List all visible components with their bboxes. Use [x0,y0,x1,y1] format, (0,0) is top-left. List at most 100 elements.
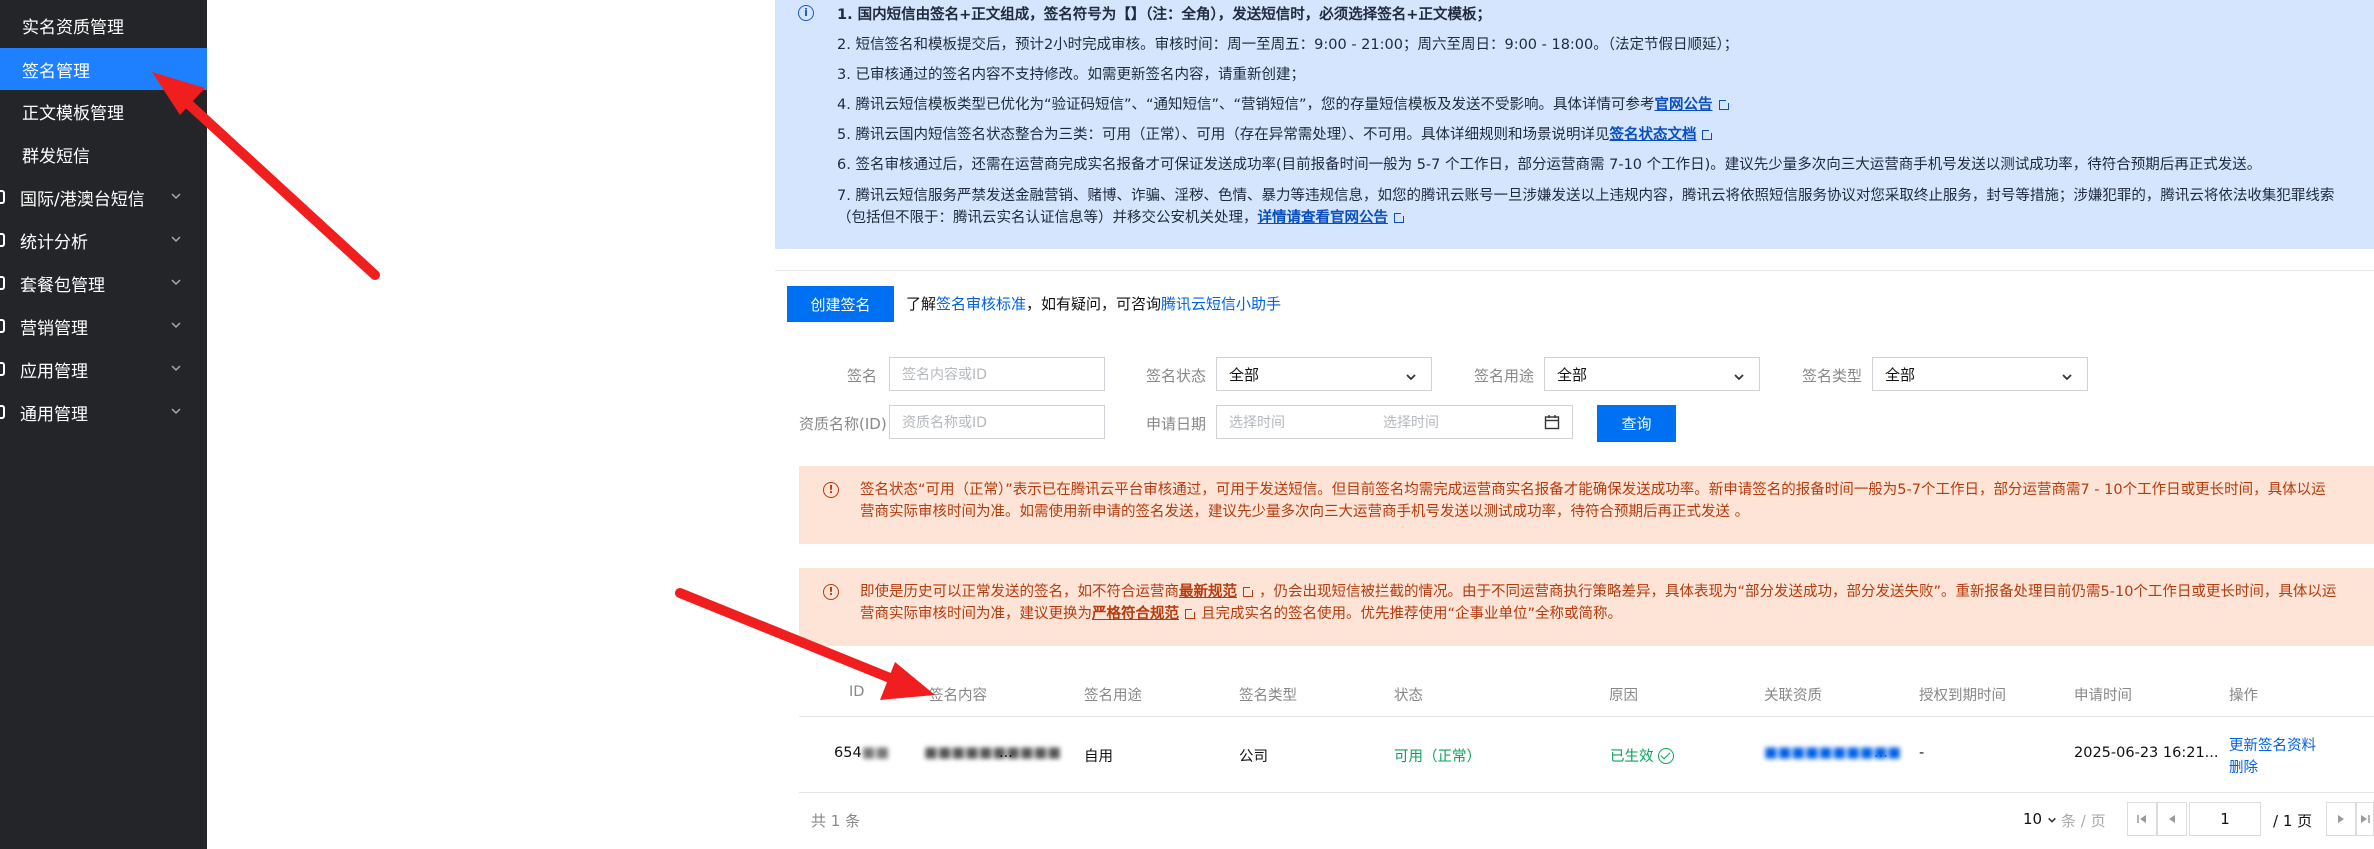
chevron-down-icon [170,362,182,374]
update-signature-link[interactable]: 更新签名资料 [2229,734,2316,755]
notice-item: 3. 已审核通过的签名内容不支持修改。如需更新签名内容，请重新创建； [837,67,1305,83]
sidebar-item-label: 通用管理 [20,404,88,425]
column-header-reason: 原因 [1609,688,1638,704]
sidebar-item-international[interactable]: 国际/港澳台短信 [0,176,207,218]
delete-link[interactable]: 删除 [2229,756,2258,777]
qualification-label: 资质名称(ID) [799,415,887,433]
warning-text: 即使是历史可以正常发送的签名，如不符合运营商最新规范 ，仍会出现短信被拦截的情况。… [860,581,2340,625]
prev-page-icon [2169,815,2175,823]
sidebar-item-label: 套餐包管理 [20,275,105,296]
sidebar-item-statistics[interactable]: 统计分析 [0,219,207,261]
type-select[interactable]: 全部 [1872,357,2088,391]
query-button[interactable]: 查询 [1597,405,1676,442]
notice-text: 4. 腾讯云短信模板类型已优化为“验证码短信”、“通知短信”、“营销短信”，您的… [837,97,1655,113]
cell-qualification[interactable]: ... [1874,745,1888,761]
next-page-icon [2338,815,2344,823]
sidebar-item-label: 应用管理 [20,361,88,382]
cell-content-ellipsis: ... [999,745,1013,761]
first-page-button[interactable] [2127,802,2157,836]
usage-label: 签名用途 [1474,367,1535,385]
cell-id-text: 654 [834,745,862,761]
chevron-down-icon [1405,369,1417,387]
chevron-down-icon [170,233,182,245]
sidebar-item-package[interactable]: 套餐包管理 [0,262,207,304]
cell-id: 654■■ [834,745,889,761]
sidebar-item-marketing[interactable]: 营销管理 [0,305,207,347]
sidebar-item-apps[interactable]: 应用管理 [0,348,207,390]
notice-text: 7. 腾讯云短信服务严禁发送金融营销、赌博、诈骗、淫秽、色情、暴力等违规信息，如… [837,188,2335,226]
external-link-icon [1702,128,1715,140]
warning-text: 签名状态“可用（正常）”表示已在腾讯云平台审核通过，可用于发送短信。但目前签名均… [860,482,2326,520]
external-link-icon [1243,585,1255,597]
sidebar-item-mass-sms[interactable]: 群发短信 [0,133,207,175]
external-link-icon [1185,607,1197,619]
column-header-status: 状态 [1394,688,1423,704]
cell-reason-text: 已生效 [1610,749,1654,765]
warning-icon: ! [823,482,839,498]
sidebar-item-label: 营销管理 [20,318,88,339]
sidebar-item-label: 签名管理 [22,61,90,82]
column-header-actions: 操作 [2229,688,2258,704]
sms-assistant-link[interactable]: 腾讯云短信小助手 [1161,295,1281,313]
prev-page-button[interactable] [2157,802,2187,836]
column-header-type: 签名类型 [1239,688,1297,704]
warning-text-part: 即使是历史可以正常发送的签名，如不符合运营商 [860,584,1179,600]
notice-list: 1. 国内短信由签名+正文组成，签名符号为【】（注：全角），发送短信时，必须选择… [837,0,2357,229]
signature-management-panel: 创建签名 了解签名审核标准，如有疑问，可咨询腾讯云短信小助手 签名 签名内容或I… [775,270,2374,849]
cell-expire: - [1919,745,1925,761]
chevron-down-icon [170,190,182,202]
chevron-down-icon [170,405,182,417]
qualification-search-input[interactable]: 资质名称或ID [889,405,1105,439]
usage-select-value: 全部 [1557,365,1588,384]
page-size-select[interactable]: 10 [2023,810,2057,828]
date-label: 申请日期 [1146,415,1207,433]
toolbar-tip: 了解签名审核标准，如有疑问，可咨询腾讯云短信小助手 [906,293,1281,314]
notice-item: 2. 短信签名和模板提交后，预计2小时完成审核。审核时间：周一至周五：9:00 … [837,37,1739,53]
warning-icon: ! [823,584,839,600]
official-notice-link[interactable]: 官网公告 [1655,97,1713,113]
group-icon [0,233,5,247]
external-link-icon [1394,211,1406,223]
notice-item: 1. 国内短信由签名+正文组成，签名符号为【】（注：全角），发送短信时，必须选择… [837,7,1491,23]
group-icon [0,362,5,376]
chevron-down-icon [170,276,182,288]
usage-select[interactable]: 全部 [1544,357,1760,391]
sidebar: 实名资质管理 签名管理 正文模板管理 群发短信 国际/港澳台短信 统计分析 套餐… [0,0,207,849]
official-notice-detail-link[interactable]: 详情请查看官网公告 [1258,210,1389,226]
sidebar-item-general[interactable]: 通用管理 [0,391,207,433]
last-page-button[interactable] [2356,802,2374,836]
sidebar-item-label: 群发短信 [22,146,90,167]
next-page-button[interactable] [2326,802,2356,836]
info-icon: i [798,5,814,21]
date-range-picker[interactable]: 选择时间 选择时间 [1216,405,1573,439]
table-row: 654■■ ■■■■■■■■■■ ... 自用 公司 可用（正常） 已生效 ■■… [799,717,2374,793]
column-header-usage: 签名用途 [1084,688,1142,704]
create-signature-button[interactable]: 创建签名 [787,286,894,322]
column-header-content: 签名内容 [929,688,987,704]
sidebar-item-template[interactable]: 正文模板管理 [0,90,207,132]
table-header: ID 签名内容 签名用途 签名类型 状态 原因 关联资质 授权到期时间 申请时间… [799,671,2374,717]
date-end-input: 选择时间 [1383,415,1439,431]
sign-label: 签名 [847,367,878,385]
tip-text: ，如有疑问，可咨询 [1026,295,1162,313]
sidebar-item-qualification[interactable]: 实名资质管理 [0,4,207,46]
notice-item: 7. 腾讯云短信服务严禁发送金融营销、赌博、诈骗、淫秽、色情、暴力等违规信息，如… [837,180,2357,229]
sign-search-input[interactable]: 签名内容或ID [889,357,1105,391]
warning-banner-history: ! 即使是历史可以正常发送的签名，如不符合运营商最新规范 ，仍会出现短信被拦截的情… [799,568,2374,646]
status-select[interactable]: 全部 [1216,357,1432,391]
sidebar-item-signature[interactable]: 签名管理 [0,48,207,90]
column-header-qualification: 关联资质 [1764,688,1822,704]
page-number-input[interactable]: 1 [2189,802,2261,836]
total-pages: / 1 页 [2273,812,2313,830]
date-start-input: 选择时间 [1229,415,1285,431]
cell-type: 公司 [1239,749,1268,765]
page-size-unit: 条 / 页 [2061,812,2106,830]
notice-item: 6. 签名审核通过后，还需在运营商完成实名报备才可保证发送成功率(目前报备时间一… [837,157,2262,173]
signature-status-doc-link[interactable]: 签名状态文档 [1609,127,1696,143]
latest-spec-link[interactable]: 最新规范 [1179,584,1237,600]
review-standard-link[interactable]: 签名审核标准 [936,295,1026,313]
strict-spec-link[interactable]: 严格符合规范 [1092,606,1179,622]
column-header-apply-time: 申请时间 [2074,688,2132,704]
status-label: 签名状态 [1146,367,1207,385]
last-page-icon [2361,815,2370,823]
